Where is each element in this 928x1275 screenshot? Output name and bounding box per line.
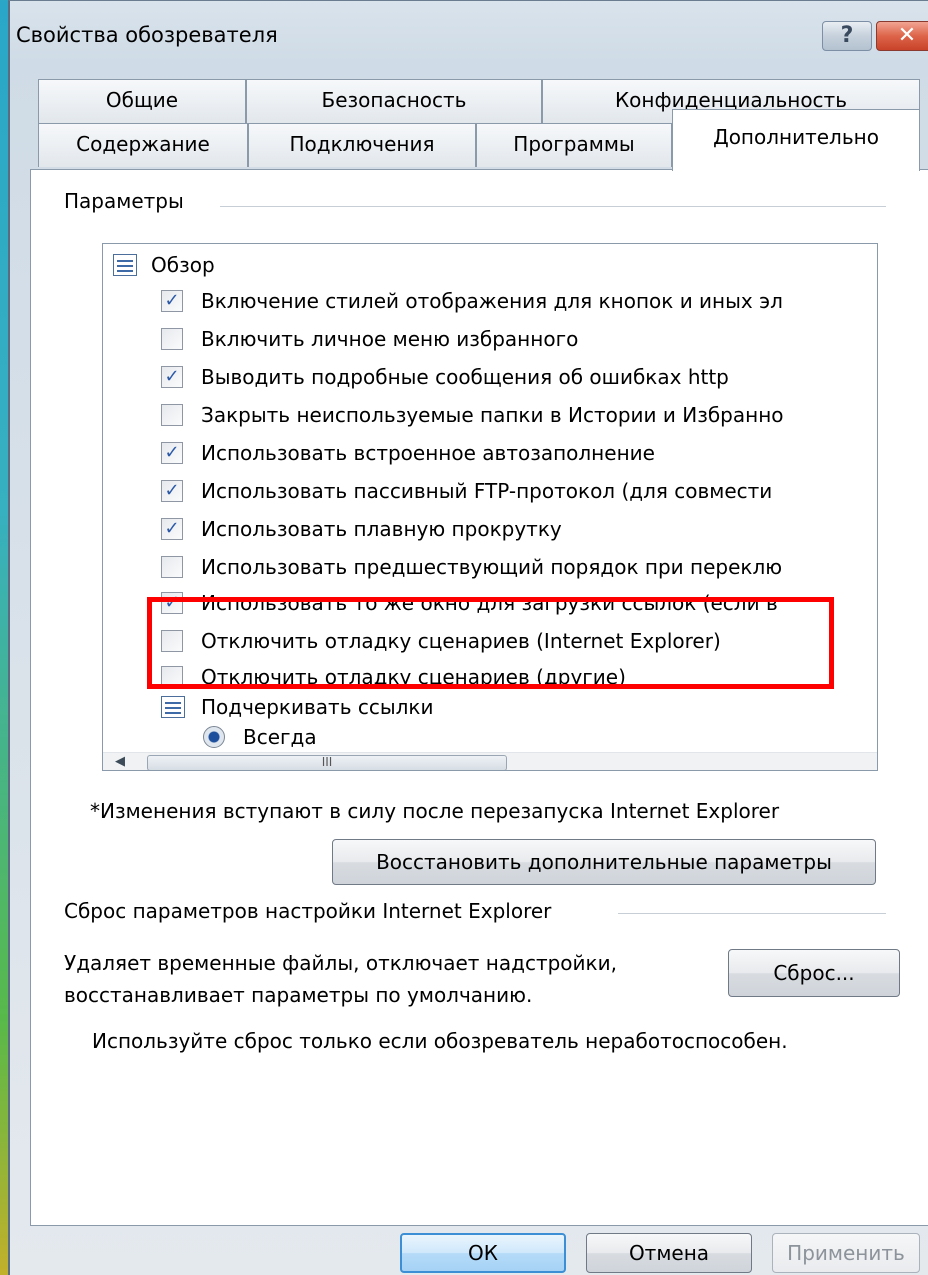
horizontal-scrollbar[interactable]: ◀ III ▶: [103, 752, 877, 770]
list-item-label: Использовать плавную прокрутку: [201, 517, 562, 541]
list-item-label: Использовать встроенное автозаполнение: [201, 441, 655, 465]
tab-security[interactable]: Безопасность: [246, 79, 542, 123]
internet-options-dialog: Свойства обозревателя ? ✕ Общие Безопасн…: [8, 0, 928, 1275]
tab-content[interactable]: Содержание: [38, 123, 248, 167]
settings-group-label: Параметры: [64, 189, 194, 213]
tab-advanced[interactable]: Дополнительно: [672, 109, 920, 171]
reset-warning-text: Используйте сброс только если обозревате…: [92, 1029, 788, 1053]
settings-group-line: [220, 206, 886, 207]
close-button[interactable]: ✕: [876, 21, 928, 51]
checkbox[interactable]: ✓: [161, 442, 183, 464]
title-bar[interactable]: Свойства обозревателя ? ✕: [10, 1, 928, 81]
list-item-label: Обзор: [151, 253, 215, 277]
radio-button[interactable]: [203, 726, 225, 748]
reset-button[interactable]: Сброс...: [728, 949, 900, 997]
list-item-label: Включить личное меню избранного: [201, 327, 579, 351]
reset-group-label: Сброс параметров настройки Internet Expl…: [64, 899, 562, 923]
reset-description-line1: Удаляет временные файлы, отключает надст…: [64, 951, 617, 975]
window-title: Свойства обозревателя: [16, 23, 278, 47]
tab-connections[interactable]: Подключения: [248, 123, 476, 167]
ok-button[interactable]: ОК: [400, 1233, 566, 1273]
checkbox[interactable]: ✓: [161, 366, 183, 388]
restore-advanced-button[interactable]: Восстановить дополнительные параметры: [332, 839, 876, 885]
reset-description-line2: восстанавливает параметры по умолчанию.: [64, 983, 533, 1007]
checkbox[interactable]: ✓: [161, 290, 183, 312]
scroll-left-arrow-icon[interactable]: ◀: [115, 754, 125, 769]
list-item-label: Выводить подробные сообщения об ошибках …: [201, 365, 729, 389]
checkbox[interactable]: [161, 556, 183, 578]
settings-group-icon: [113, 254, 137, 276]
restart-note: *Изменения вступают в силу после перезап…: [90, 799, 780, 823]
settings-group-icon: [161, 696, 185, 718]
reset-group-line: [618, 913, 886, 914]
list-item-label: Использовать предшествующий порядок при …: [201, 555, 783, 579]
list-item-label: Подчеркивать ссылки: [201, 695, 434, 719]
checkbox[interactable]: [161, 404, 183, 426]
list-item-label: Закрыть неиспользуемые папки в Истории и…: [201, 403, 784, 427]
list-item-label: Использовать пассивный FTP-протокол (для…: [201, 479, 773, 503]
checkbox[interactable]: ✓: [161, 518, 183, 540]
checkbox[interactable]: [161, 328, 183, 350]
tab-programs[interactable]: Программы: [476, 123, 672, 167]
list-item-label: Включение стилей отображения для кнопок …: [201, 289, 783, 313]
cancel-button[interactable]: Отмена: [586, 1233, 752, 1273]
checkbox[interactable]: ✓: [161, 480, 183, 502]
settings-tree-list[interactable]: Обзор ✓ Включение стилей отображения для…: [102, 243, 878, 771]
apply-button[interactable]: Применить: [772, 1233, 920, 1273]
help-button[interactable]: ?: [822, 21, 872, 51]
tab-general[interactable]: Общие: [38, 79, 246, 123]
horizontal-scroll-thumb[interactable]: III: [147, 755, 507, 770]
list-item-label: Всегда: [243, 725, 317, 749]
highlight-box: [147, 597, 834, 689]
